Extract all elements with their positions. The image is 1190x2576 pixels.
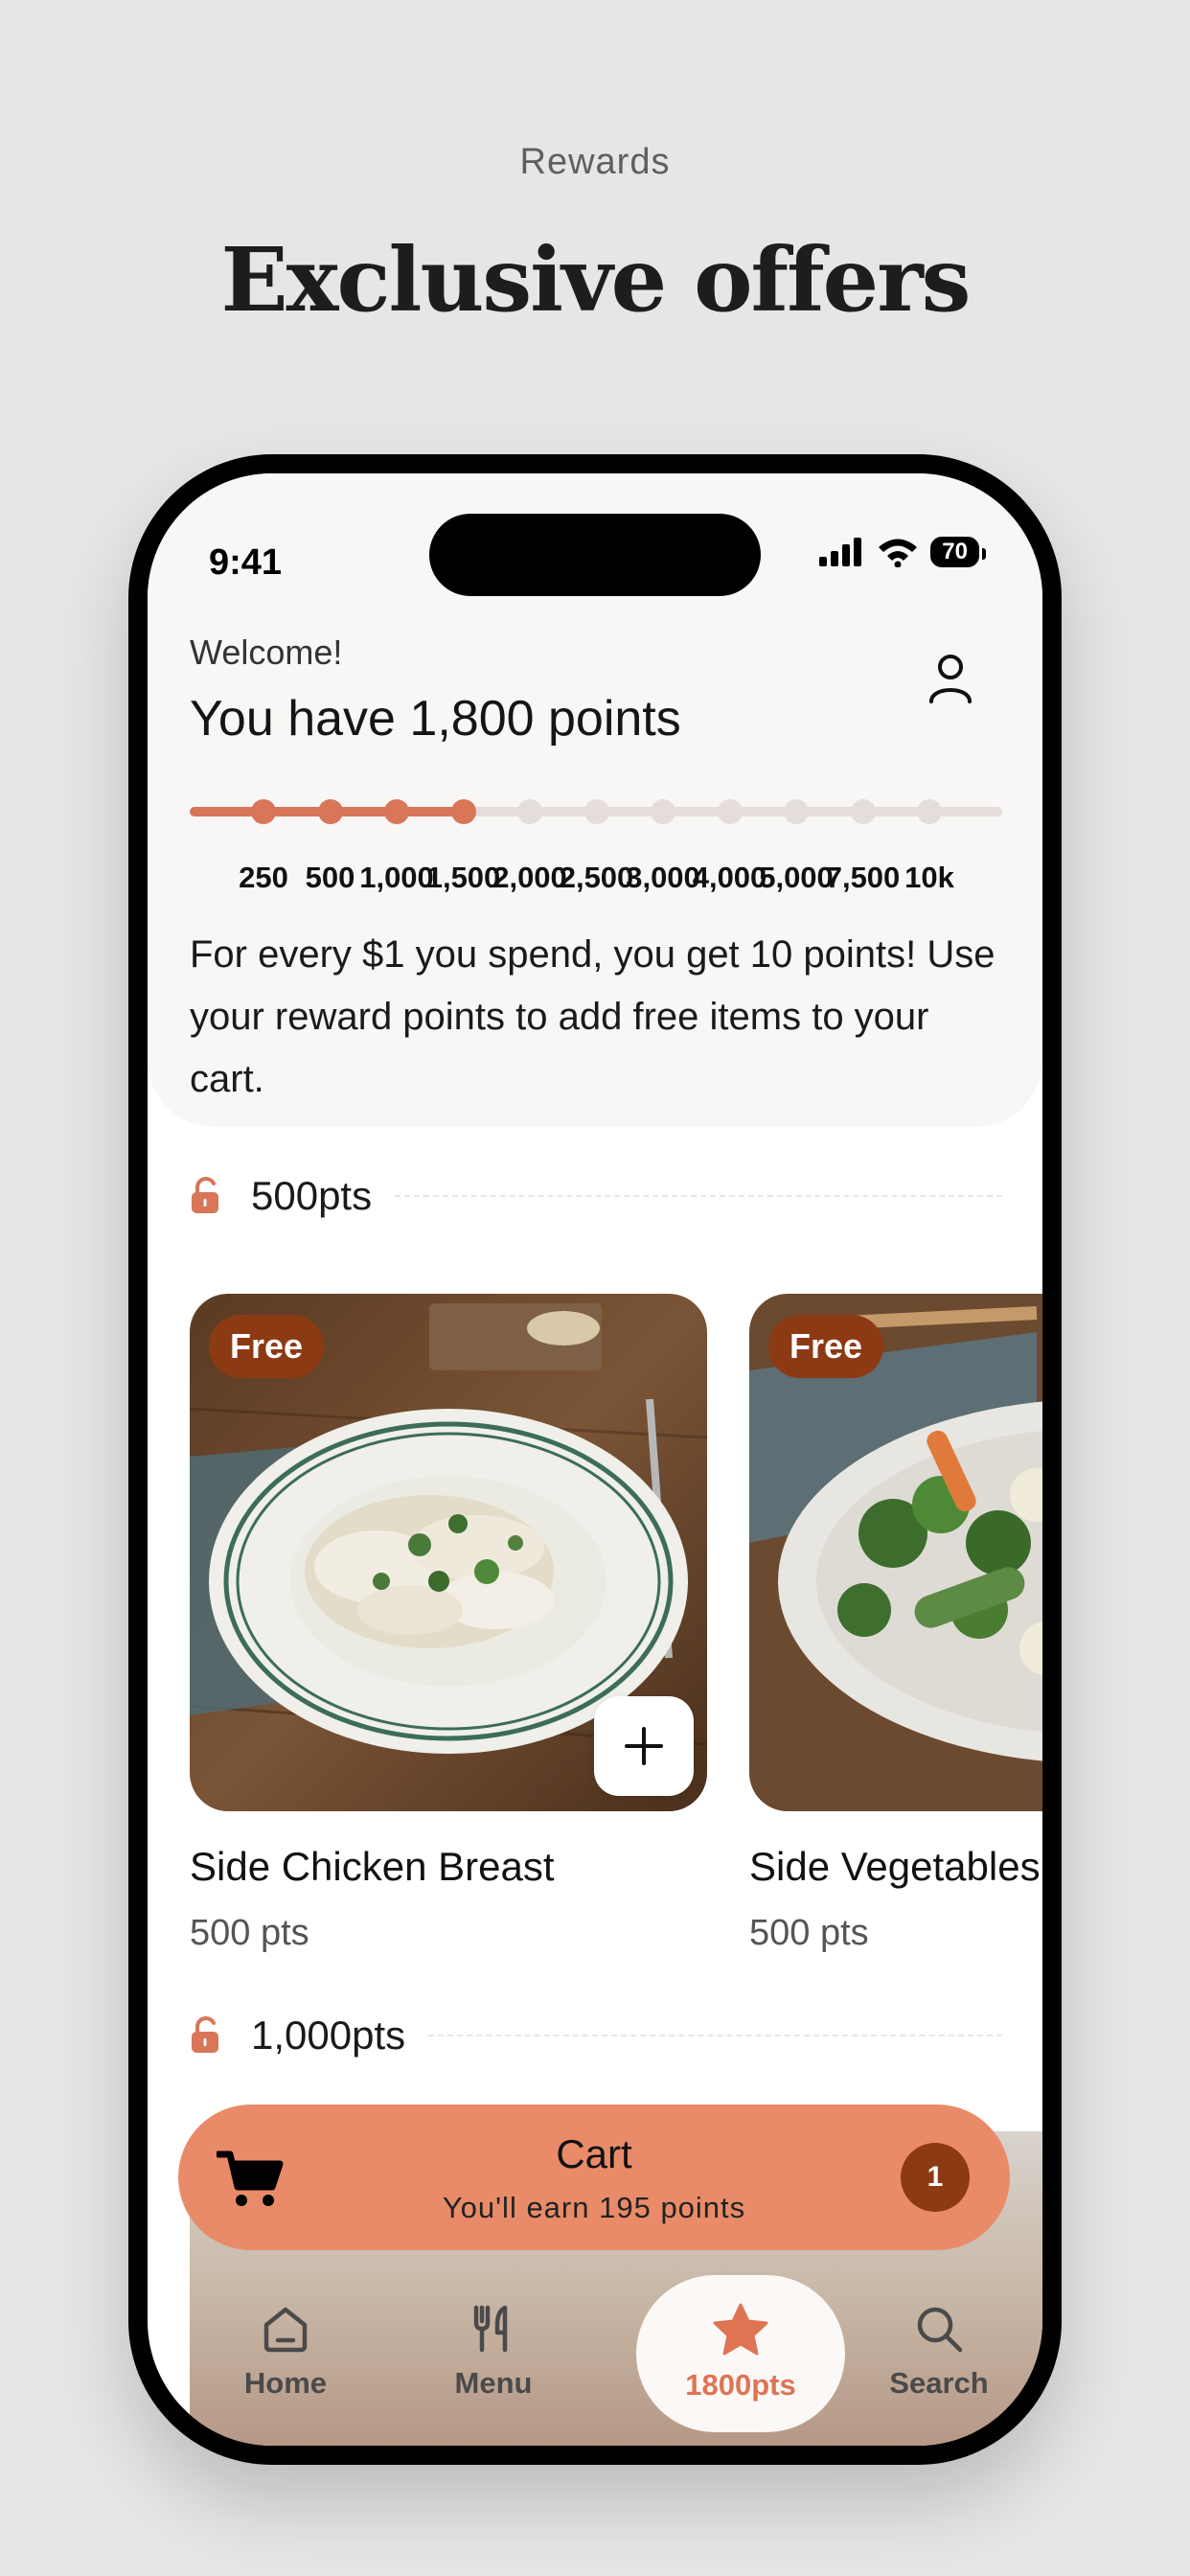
milestone-dot xyxy=(850,799,876,824)
item-name: Side Vegetables xyxy=(749,1844,1041,1889)
milestone-dot xyxy=(784,799,809,824)
milestone-label: 1,000 xyxy=(359,861,434,894)
points-progress-track xyxy=(190,799,1002,824)
milestone-dot xyxy=(384,799,409,824)
free-badge: Free xyxy=(768,1315,884,1378)
milestone-dot xyxy=(450,799,476,824)
tab-label: Menu xyxy=(454,2366,533,2400)
reward-card-vegetables[interactable]: Free Side Vegetables 500 pts xyxy=(749,1294,1042,1954)
points-info-text: For every $1 you spend, you get 10 point… xyxy=(190,933,995,1100)
milestone-label: 5,000 xyxy=(759,861,834,894)
tab-home[interactable]: Home xyxy=(205,2275,366,2432)
milestone-label: 2,500 xyxy=(559,861,634,894)
search-icon xyxy=(917,2307,963,2353)
milestone-dot xyxy=(251,799,276,824)
section-divider xyxy=(395,1195,1002,1197)
tab-label: Home xyxy=(243,2366,328,2400)
add-to-cart-button[interactable] xyxy=(594,1696,694,1796)
tab-label: Search xyxy=(889,2366,989,2400)
milestone-dot xyxy=(717,799,743,824)
tab-label: 1800pts xyxy=(685,2368,796,2402)
cart-title: Cart xyxy=(556,2131,632,2176)
section-label: 500pts xyxy=(251,1173,373,1218)
page-headline: Exclusive offers xyxy=(220,228,972,332)
milestone-dot xyxy=(584,799,609,824)
cart-earn-text: You'll earn 195 points xyxy=(442,2191,746,2224)
food-image-vegetables: Free xyxy=(749,1294,1042,1811)
phone-screen: Welcome! You have 1,800 points 250 500 1,0… xyxy=(148,473,1042,2446)
section-divider xyxy=(428,2035,1002,2036)
section-header-1000: 1,000pts xyxy=(190,2007,1002,2064)
tab-search[interactable]: Search xyxy=(858,2275,1019,2432)
free-badge: Free xyxy=(209,1315,325,1378)
milestone-label: 2,000 xyxy=(492,861,567,894)
utensils-icon xyxy=(473,2305,508,2353)
tab-rewards[interactable]: 1800pts xyxy=(636,2275,845,2432)
milestone-dot xyxy=(917,799,942,824)
item-points: 500 pts xyxy=(749,1913,869,1953)
milestone-label: 250 xyxy=(239,861,288,894)
milestone-label: 3,000 xyxy=(626,861,700,894)
section-label: 1,000pts xyxy=(251,2012,406,2058)
profile-icon[interactable] xyxy=(922,650,979,707)
welcome-text: Welcome! xyxy=(190,632,343,672)
battery-indicator: 70 xyxy=(930,537,986,567)
status-time: 9:41 xyxy=(209,542,283,583)
cellular-signal-icon xyxy=(819,538,862,566)
dynamic-island xyxy=(429,514,761,596)
milestone-dot xyxy=(317,799,343,824)
item-name: Side Chicken Breast xyxy=(190,1844,555,1889)
milestone-label: 500 xyxy=(305,861,355,894)
unlocked-lock-icon xyxy=(192,2016,218,2053)
home-icon xyxy=(263,2307,308,2353)
milestone-dot xyxy=(651,799,675,824)
phone-frame: Welcome! You have 1,800 points 250 500 1,0… xyxy=(128,454,1062,2465)
food-image-chicken: Free xyxy=(190,1294,707,1811)
points-title: You have 1,800 points xyxy=(190,691,681,747)
status-icons: 70 xyxy=(817,537,986,567)
milestone-label: 7,500 xyxy=(825,861,901,894)
milestone-dot xyxy=(517,799,542,824)
star-icon xyxy=(713,2303,768,2356)
section-header-500: 500pts xyxy=(190,1167,1002,1225)
tab-menu[interactable]: Menu xyxy=(413,2275,574,2432)
cart-count-badge: 1 xyxy=(901,2143,970,2212)
milestone-label: 10k xyxy=(904,861,954,894)
milestone-label: 4,000 xyxy=(692,861,767,894)
tab-bar: Home Menu 1800pts Search xyxy=(190,2275,1042,2446)
reward-card-chicken[interactable]: Free Side Chicken Breast 500 pts xyxy=(190,1294,707,1954)
item-points: 500 pts xyxy=(190,1913,309,1953)
page-caption: Rewards xyxy=(519,142,671,182)
milestone-label: 1,500 xyxy=(425,861,501,894)
plus-icon xyxy=(625,1727,663,1765)
unlocked-lock-icon xyxy=(192,1177,218,1213)
wifi-icon xyxy=(879,539,918,567)
cart-button[interactable]: Cart You'll earn 195 points 1 xyxy=(178,2104,1010,2250)
